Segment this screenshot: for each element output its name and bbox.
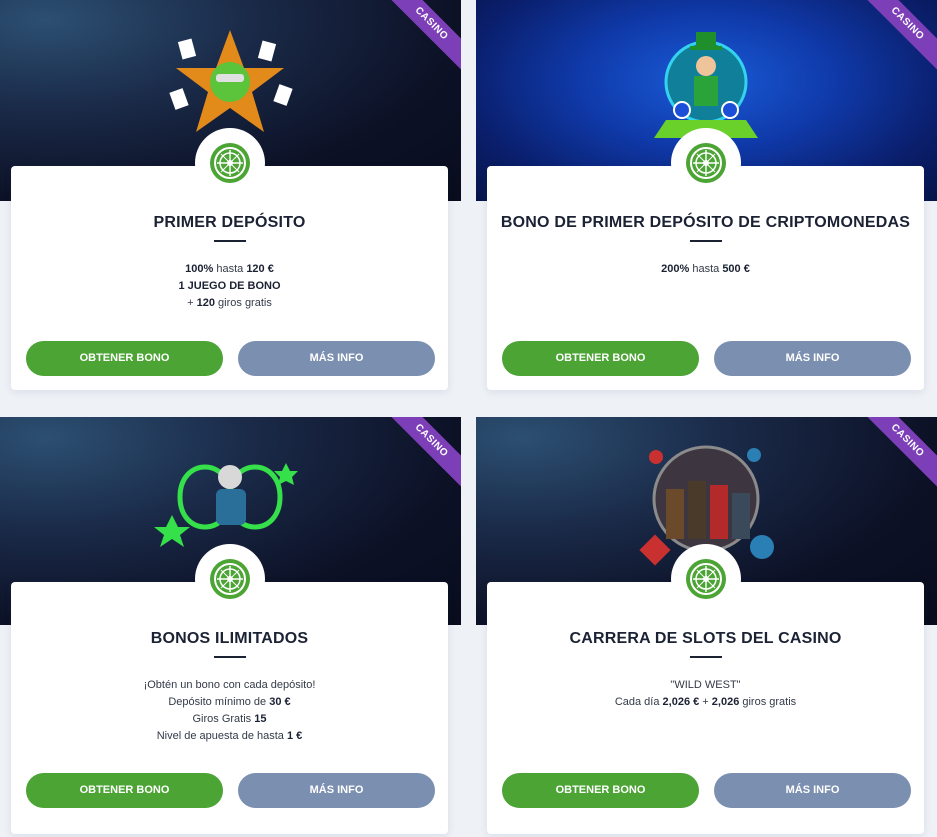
promo-detail-segment: +	[187, 297, 197, 309]
category-ribbon: CASINO	[857, 417, 937, 497]
promo-detail-segment: hasta	[689, 263, 723, 275]
promo-detail-line: + 120 giros gratis	[11, 295, 448, 312]
roulette-icon	[209, 559, 250, 599]
promo-detail-segment: Giros Gratis	[192, 713, 255, 725]
promo-panel: BONO DE PRIMER DEPÓSITO DE CRIPTOMONEDAS…	[487, 128, 924, 390]
promo-detail-segment: 500 €	[722, 263, 750, 275]
title-divider	[213, 656, 246, 658]
more-info-button[interactable]: MÁS INFO	[238, 341, 435, 376]
promo-detail-segment: hasta	[213, 263, 247, 275]
promo-description: ¡Obtén un bono con cada depósito! Depósit…	[11, 677, 448, 745]
promo-card: CASINO PRIMER DEPÓSITO 100% hasta 120 €1…	[0, 0, 461, 400]
promo-detail-line: "WILD WEST"	[487, 677, 924, 694]
promo-detail-line: 100% hasta 120 €	[11, 261, 448, 278]
promo-description: "WILD WEST" Cada día 2,026 € + 2,026 giro…	[487, 677, 924, 711]
promo-panel: CARRERA DE SLOTS DEL CASINO "WILD WEST" C…	[487, 544, 924, 834]
promo-detail-segment: 1 €	[286, 730, 303, 742]
promo-detail-line: Cada día 2,026 € + 2,026 giros gratis	[487, 694, 924, 711]
promo-detail-line: Giros Gratis 15	[11, 711, 448, 728]
category-ribbon: CASINO	[381, 0, 461, 80]
badge	[670, 128, 741, 198]
promo-card: CASINO BONOS ILIMITADOS ¡Obtén un bono c…	[0, 417, 461, 834]
get-bonus-button[interactable]: OBTENER BONO	[502, 341, 699, 376]
promo-detail-segment: 15	[254, 713, 267, 725]
badge	[194, 128, 265, 198]
category-ribbon: CASINO	[857, 0, 937, 80]
roulette-icon	[685, 559, 726, 599]
more-info-button[interactable]: MÁS INFO	[238, 773, 435, 808]
promo-card: CASINO BONO DE PRIMER DEPÓSITO DE CRIPTO…	[476, 0, 937, 400]
more-info-button[interactable]: MÁS INFO	[714, 773, 911, 808]
promo-detail-segment: 1 JUEGO DE BONO	[178, 280, 281, 292]
title-divider	[689, 240, 722, 242]
ribbon-label: CASINO	[381, 417, 461, 492]
badge	[194, 544, 265, 614]
promo-detail-segment: 2,026	[711, 696, 740, 708]
promo-title: CARRERA DE SLOTS DEL CASINO	[569, 630, 842, 647]
get-bonus-button[interactable]: OBTENER BONO	[26, 341, 223, 376]
promo-detail-segment: "WILD WEST"	[670, 679, 741, 691]
category-ribbon: CASINO	[381, 417, 461, 497]
ribbon-label: CASINO	[857, 0, 937, 75]
ribbon-label: CASINO	[857, 417, 937, 492]
promo-detail-line: Nivel de apuesta de hasta 1 €	[11, 728, 448, 745]
promo-detail-segment: Depósito mínimo de	[168, 696, 270, 708]
promo-description: 200% hasta 500 €	[487, 261, 924, 278]
promo-panel: PRIMER DEPÓSITO 100% hasta 120 € 1 JUEGO …	[11, 128, 448, 390]
promo-detail-segment: Nivel de apuesta de hasta	[156, 730, 287, 742]
promo-detail-segment: Cada día	[614, 696, 663, 708]
promo-detail-line: 200% hasta 500 €	[487, 261, 924, 278]
promo-card: CASINO CARRERA DE SLOTS DEL CASINO "WILD…	[476, 417, 937, 834]
promo-detail-segment: +	[699, 696, 712, 708]
get-bonus-button[interactable]: OBTENER BONO	[502, 773, 699, 808]
promo-detail-segment: 100%	[185, 263, 214, 275]
roulette-icon	[685, 143, 726, 183]
title-divider	[689, 656, 722, 658]
promo-detail-segment: ¡Obtén un bono con cada depósito!	[143, 679, 316, 691]
promo-detail-segment: 2,026 €	[662, 696, 700, 708]
promo-detail-segment: 30 €	[269, 696, 291, 708]
promo-detail-segment: giros gratis	[739, 696, 797, 708]
more-info-button[interactable]: MÁS INFO	[714, 341, 911, 376]
badge	[670, 544, 741, 614]
promo-detail-segment: 200%	[661, 263, 690, 275]
ribbon-label: CASINO	[381, 0, 461, 75]
promo-detail-segment: giros gratis	[214, 297, 272, 309]
promo-description: 100% hasta 120 € 1 JUEGO DE BONO + 120 gir…	[11, 261, 448, 312]
roulette-icon	[209, 143, 250, 183]
promo-detail-line: 1 JUEGO DE BONO	[11, 278, 448, 295]
promo-panel: BONOS ILIMITADOS ¡Obtén un bono con cada…	[11, 544, 448, 834]
get-bonus-button[interactable]: OBTENER BONO	[26, 773, 223, 808]
promo-detail-line: Depósito mínimo de 30 €	[11, 694, 448, 711]
promo-title: BONOS ILIMITADOS	[150, 630, 309, 647]
promo-detail-segment: 120	[196, 297, 215, 309]
promo-title: PRIMER DEPÓSITO	[153, 214, 306, 231]
promo-title: BONO DE PRIMER DEPÓSITO DE CRIPTOMONEDAS	[500, 214, 911, 231]
promo-detail-segment: 120 €	[246, 263, 274, 275]
title-divider	[213, 240, 246, 242]
promo-detail-line: ¡Obtén un bono con cada depósito!	[11, 677, 448, 694]
